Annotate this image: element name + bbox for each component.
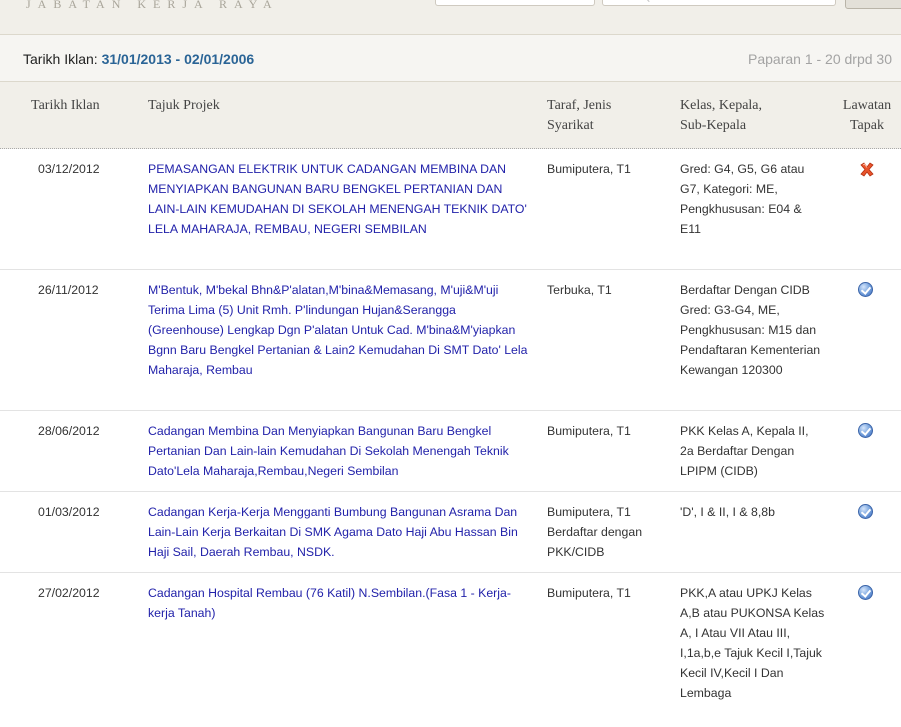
date-range-label: Tarikh Iklan: 31/01/2013 - 02/01/2006 — [23, 51, 254, 67]
col-header-lawatan-line1: Lawatan — [842, 98, 892, 113]
row-date: 26/11/2012 — [38, 283, 99, 297]
table-row: 28/06/2012 Cadangan Membina Dan Menyiapk… — [0, 411, 901, 492]
date-range-caption: Tarikh Iklan: — [23, 51, 98, 67]
row-title-link[interactable]: Cadangan Membina Dan Menyiapkan Bangunan… — [148, 421, 528, 481]
search-input-1[interactable] — [435, 0, 595, 6]
row-title-link[interactable]: M'Bentuk, M'bekal Bhn&P'alatan,M'bina&Me… — [148, 280, 528, 380]
col-header-kelas[interactable]: Kelas, Kepala, Sub-Kepala — [680, 96, 762, 136]
col-header-kelas-line2: Sub-Kepala — [680, 118, 747, 133]
check-icon — [858, 282, 875, 299]
cross-icon — [858, 161, 875, 178]
check-icon — [858, 504, 875, 521]
row-kelas: PKK Kelas A, Kepala II, 2a Berdaftar Den… — [680, 424, 809, 478]
search-input-2[interactable]: Q — [602, 0, 836, 6]
brand-logo-text: JABATAN KERJA RAYA — [26, 0, 279, 11]
col-header-lawatan-line2: Tapak — [849, 118, 884, 133]
row-date: 28/06/2012 — [38, 424, 100, 438]
col-header-tarikh[interactable]: Tarikh Iklan — [31, 96, 100, 116]
table-header: Tarikh Iklan Tajuk Projek Taraf, Jenis S… — [0, 82, 901, 149]
row-taraf: Terbuka, T1 — [547, 283, 612, 297]
row-taraf: Bumiputera, T1 — [547, 424, 631, 438]
col-header-tajuk[interactable]: Tajuk Projek — [148, 96, 220, 116]
col-header-kelas-line1: Kelas, Kepala, — [680, 98, 763, 113]
row-title-link[interactable]: Cadangan Kerja-Kerja Mengganti Bumbung B… — [148, 502, 528, 562]
table-row: 26/11/2012 M'Bentuk, M'bekal Bhn&P'alata… — [0, 270, 901, 411]
table-row: 01/03/2012 Cadangan Kerja-Kerja Menggant… — [0, 492, 901, 573]
row-date: 27/02/2012 — [38, 586, 100, 600]
row-taraf: Bumiputera, T1 — [547, 586, 631, 600]
row-kelas: Gred: G4, G5, G6 atau G7, Kategori: ME, … — [680, 162, 805, 236]
search-hint: Q — [645, 0, 650, 2]
col-header-taraf-line1: Taraf, Jenis — [547, 98, 612, 113]
results-summary-bar: Tarikh Iklan: 31/01/2013 - 02/01/2006 Pa… — [0, 35, 901, 82]
date-range-value: 31/01/2013 - 02/01/2006 — [101, 51, 255, 67]
table-row: 03/12/2012 PEMASANGAN ELEKTRIK UNTUK CAD… — [0, 149, 901, 270]
row-kelas: Berdaftar Dengan CIDB Gred: G3-G4, ME, P… — [680, 283, 821, 377]
col-header-taraf-line2: Syarikat — [547, 118, 594, 133]
check-icon — [858, 585, 875, 602]
row-date: 03/12/2012 — [38, 162, 100, 176]
search-button[interactable] — [845, 0, 901, 9]
row-title-link[interactable]: PEMASANGAN ELEKTRIK UNTUK CADANGAN MEMBI… — [148, 159, 528, 239]
row-taraf: Bumiputera, T1 — [547, 162, 631, 176]
col-header-lawatan[interactable]: Lawatan Tapak — [838, 96, 896, 136]
row-taraf: Bumiputera, T1 Berdaftar dengan PKK/CIDB — [547, 505, 643, 559]
row-kelas: PKK,A atau UPKJ Kelas A,B atau PUKONSA K… — [680, 586, 825, 700]
row-kelas: 'D', I & II, I & 8,8b — [680, 505, 775, 519]
table-row: 27/02/2012 Cadangan Hospital Rembau (76 … — [0, 573, 901, 723]
row-title-link[interactable]: Cadangan Hospital Rembau (76 Katil) N.Se… — [148, 583, 528, 623]
top-banner: JABATAN KERJA RAYA Q — [0, 0, 901, 35]
col-header-taraf[interactable]: Taraf, Jenis Syarikat — [547, 96, 611, 136]
row-date: 01/03/2012 — [38, 505, 100, 519]
check-icon — [858, 423, 875, 440]
tender-table-body: 03/12/2012 PEMASANGAN ELEKTRIK UNTUK CAD… — [0, 149, 901, 723]
results-count: Paparan 1 - 20 drpd 30 — [748, 51, 892, 67]
